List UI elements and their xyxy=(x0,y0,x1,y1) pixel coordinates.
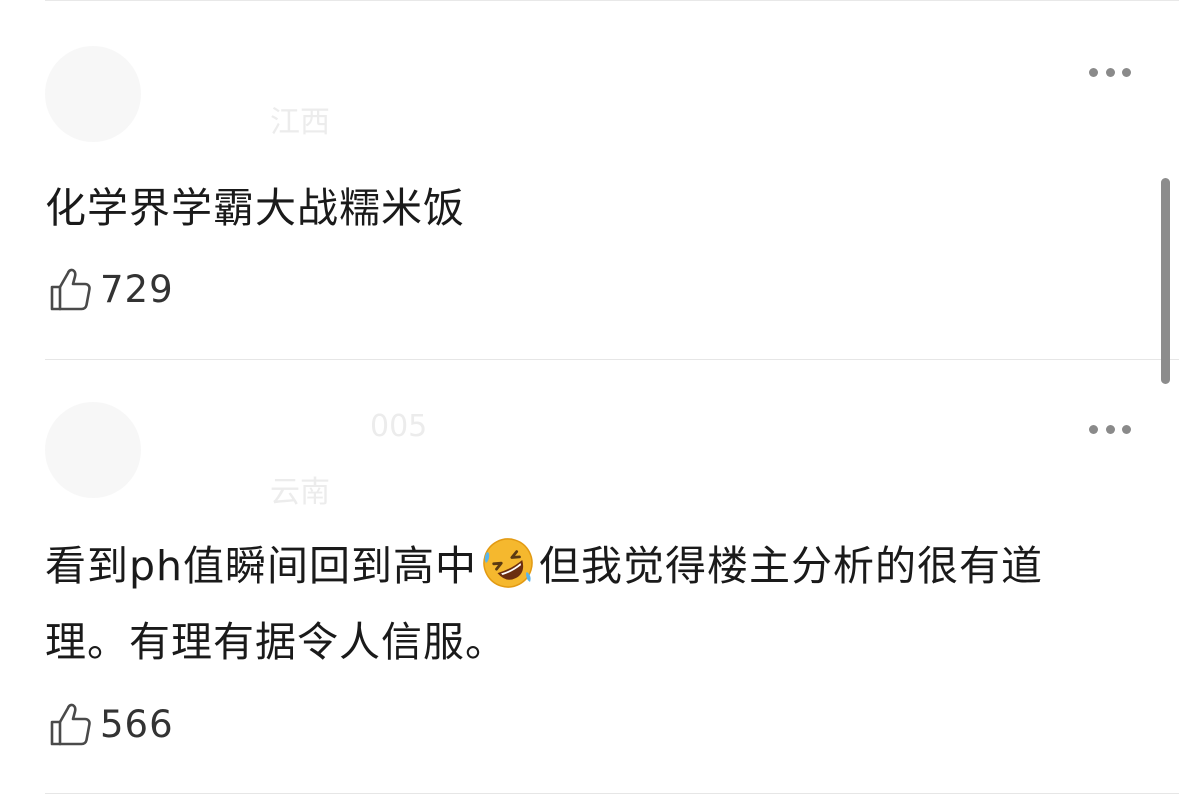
more-dot-icon xyxy=(1089,424,1098,434)
comment-location: 云南 xyxy=(270,475,330,510)
comment-location: 江西 xyxy=(270,105,330,140)
rolling-on-floor-laughing-icon xyxy=(483,538,533,588)
comment-text-before-emoji: 看到ph值瞬间回到高中 xyxy=(45,542,478,590)
more-dot-icon xyxy=(1105,67,1115,77)
comment-text: 看到ph值瞬间回到高中 但我觉得楼主分析的很有道理。有理有据令人信服。 xyxy=(45,528,1099,680)
comment-text: 化学界学霸大战糯米饭 xyxy=(45,170,1099,246)
comment-item: 005 云南 看到ph值瞬间回到高中 但我觉得楼主分析的很有道理。有理有据令人信… xyxy=(0,360,1179,800)
more-dot-icon xyxy=(1089,67,1098,77)
like-count: 566 xyxy=(100,702,174,746)
more-options-button[interactable] xyxy=(1089,65,1131,79)
more-options-button[interactable] xyxy=(1089,422,1131,436)
avatar[interactable] xyxy=(45,46,141,142)
like-button[interactable]: 729 xyxy=(48,265,174,313)
scrollbar-thumb[interactable] xyxy=(1161,178,1170,384)
thumbs-up-icon xyxy=(50,268,91,311)
like-count: 729 xyxy=(100,267,174,311)
comment-text-content: 化学界学霸大战糯米饭 xyxy=(45,184,465,232)
comment-divider xyxy=(45,793,1179,794)
more-dot-icon xyxy=(1122,424,1131,434)
more-dot-icon xyxy=(1105,424,1115,434)
like-button[interactable]: 566 xyxy=(48,700,174,748)
thumbs-up-icon xyxy=(50,703,91,746)
avatar[interactable] xyxy=(45,402,141,498)
comment-item: 江西 化学界学霸大战糯米饭 729 xyxy=(0,0,1179,360)
comment-username[interactable]: 005 xyxy=(370,412,427,442)
more-dot-icon xyxy=(1122,67,1131,77)
